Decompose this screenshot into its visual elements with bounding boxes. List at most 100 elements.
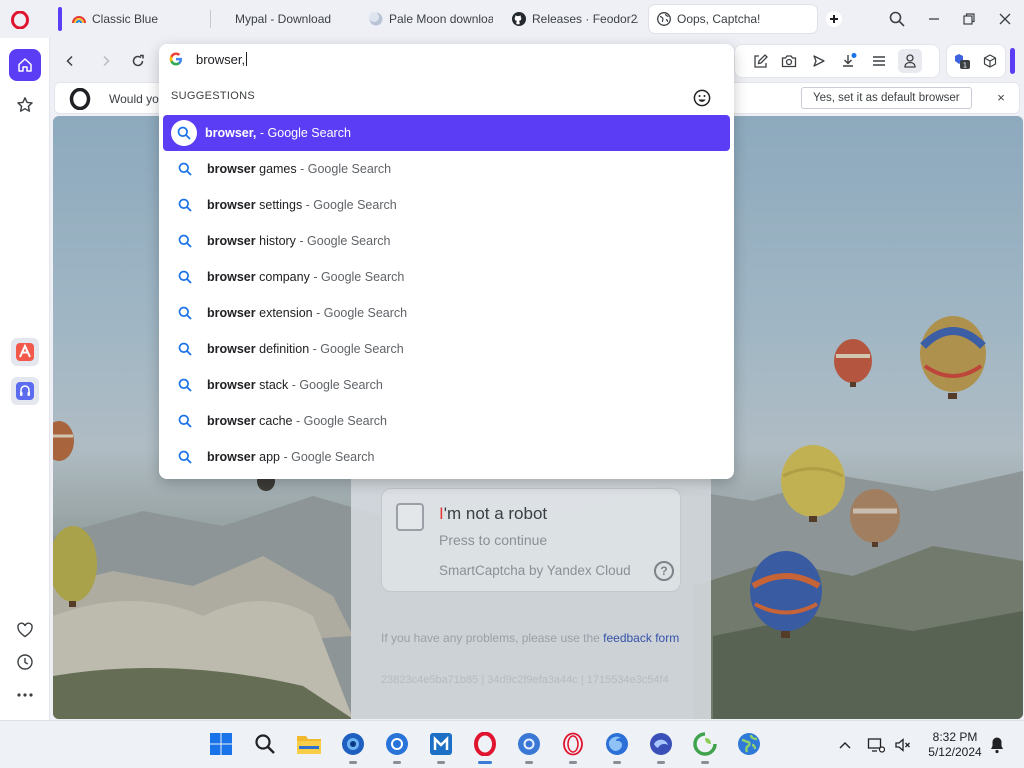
forward-button[interactable]: [95, 50, 117, 72]
taskbar-app-1[interactable]: [338, 729, 368, 764]
tab-label: Pale Moon download: [389, 12, 493, 26]
suggestion-completion: cache: [255, 414, 293, 428]
suggestion-source: - Google Search: [296, 162, 392, 176]
suggestion-source: - Google Search: [309, 270, 405, 284]
suggestion-item[interactable]: browser stack - Google Search: [163, 367, 730, 403]
network-status-button[interactable]: [866, 735, 886, 755]
emoji-icon[interactable]: [693, 89, 711, 107]
suggestion-item[interactable]: browser company - Google Search: [163, 259, 730, 295]
taskbar-app-5[interactable]: [514, 729, 544, 764]
taskbar-app-9[interactable]: [690, 729, 720, 764]
chevron-right-icon: [103, 55, 110, 67]
taskbar-file-explorer[interactable]: [294, 729, 324, 759]
history-button[interactable]: [9, 646, 41, 678]
sidebar-app-aria[interactable]: [11, 338, 39, 366]
search-icon: [255, 734, 275, 754]
tab-label: Classic Blue: [92, 12, 159, 26]
set-default-browser-button[interactable]: Yes, set it as default browser: [801, 87, 972, 109]
suggestion-item[interactable]: browser app - Google Search: [163, 439, 730, 475]
extensions-button[interactable]: [979, 50, 1001, 72]
camera-icon: [781, 55, 797, 68]
search-icon: [177, 377, 193, 393]
search-icon: [177, 449, 193, 465]
notifications-button[interactable]: [987, 735, 1007, 755]
suggestion-completion: stack: [255, 378, 289, 392]
globe-app-icon: [738, 733, 760, 755]
cube-icon: [983, 54, 997, 68]
suggestions-list: browser, - Google Search browser games - …: [163, 115, 730, 475]
opera-menu-icon[interactable]: [10, 10, 30, 30]
tab-label: Releases · Feodor2/M: [532, 12, 638, 26]
new-tab-button[interactable]: [821, 7, 847, 31]
taskbar-clock[interactable]: 8:32 PM 5/12/2024: [920, 730, 990, 760]
pinboard-button[interactable]: [9, 89, 41, 121]
captcha-checkbox[interactable]: [396, 503, 424, 531]
captcha-subtitle: Press to continue: [439, 532, 548, 548]
taskbar-floorp[interactable]: [646, 729, 676, 764]
taskbar-opera[interactable]: [470, 729, 500, 764]
suggestion-item[interactable]: browser extension - Google Search: [163, 295, 730, 331]
address-input[interactable]: browser,: [196, 52, 248, 67]
captcha-title-rest: 'm not a robot: [443, 504, 548, 523]
tab-releases-feodor2[interactable]: Releases · Feodor2/M: [504, 5, 646, 33]
taskbar-firefox[interactable]: [602, 729, 632, 764]
back-button[interactable]: [59, 50, 81, 72]
snapshot-button[interactable]: [778, 50, 800, 72]
user-icon: [904, 54, 916, 68]
flow-button[interactable]: [808, 50, 830, 72]
taskbar-app-3[interactable]: [426, 729, 456, 764]
downloads-button[interactable]: [838, 50, 860, 72]
captcha-help-icon[interactable]: ?: [654, 561, 674, 581]
send-icon: [813, 55, 825, 67]
suggestion-query: browser,: [205, 126, 257, 140]
easy-setup-button[interactable]: [749, 50, 771, 72]
volume-muted-icon: [895, 738, 910, 752]
home-button[interactable]: [9, 49, 41, 81]
captcha-widget[interactable]: I'm not a robot Press to continue SmartC…: [381, 488, 681, 592]
suggestion-item[interactable]: browser, - Google Search: [163, 115, 730, 151]
show-hidden-icons-button[interactable]: [835, 735, 855, 755]
profile-button[interactable]: [898, 49, 922, 73]
running-indicator: [613, 761, 621, 764]
restore-button[interactable]: [956, 7, 982, 31]
suggestion-item[interactable]: browser games - Google Search: [163, 151, 730, 187]
suggestion-source: - Google Search: [309, 342, 404, 356]
tab-search-icon[interactable]: [884, 7, 910, 31]
favorites-button[interactable]: [9, 614, 41, 646]
suggestion-item[interactable]: browser cache - Google Search: [163, 403, 730, 439]
taskbar-app-2[interactable]: [382, 729, 412, 764]
volume-button[interactable]: [893, 735, 913, 755]
tab-classic-blue[interactable]: Classic Blue: [64, 5, 204, 33]
sidebar-app-player[interactable]: [11, 377, 39, 405]
start-button[interactable]: [206, 729, 236, 759]
easy-setup-menu-button[interactable]: [868, 50, 890, 72]
vpn-extension-button[interactable]: 1: [951, 50, 973, 72]
suggestion-item[interactable]: browser definition - Google Search: [163, 331, 730, 367]
feedback-form-link[interactable]: feedback form: [603, 631, 679, 645]
taskbar-app-10[interactable]: [734, 729, 764, 759]
browser-app-icon: [342, 733, 364, 755]
suggestion-query: browser: [207, 342, 256, 356]
tab-pale-moon-download[interactable]: Pale Moon download: [361, 5, 501, 33]
maxthon-icon: [430, 733, 452, 755]
suggestion-completion: settings: [255, 198, 303, 212]
suggestion-source: - Google Search: [312, 306, 408, 320]
close-window-button[interactable]: [992, 7, 1018, 31]
minimize-button[interactable]: [921, 7, 947, 31]
infobar-close-button[interactable]: ×: [993, 90, 1009, 106]
suggestion-item[interactable]: browser history - Google Search: [163, 223, 730, 259]
search-icon: [177, 341, 193, 357]
suggestion-query: browser: [207, 378, 256, 392]
suggestion-item[interactable]: browser settings - Google Search: [163, 187, 730, 223]
suggestion-source: - Google Search: [279, 450, 375, 464]
tab-mypal-download[interactable]: Mypal - Download: [227, 5, 357, 33]
chevron-left-icon: [66, 55, 73, 67]
taskbar-search-button[interactable]: [250, 729, 280, 759]
reload-button[interactable]: [127, 50, 149, 72]
tab-oops-captcha[interactable]: Oops, Captcha!: [649, 5, 817, 33]
taskbar-opera-gx[interactable]: [558, 729, 588, 764]
aria-icon: [16, 343, 34, 361]
search-icon: [177, 269, 193, 285]
sidebar-more-button[interactable]: [9, 679, 41, 711]
opera-icon: [474, 732, 496, 756]
